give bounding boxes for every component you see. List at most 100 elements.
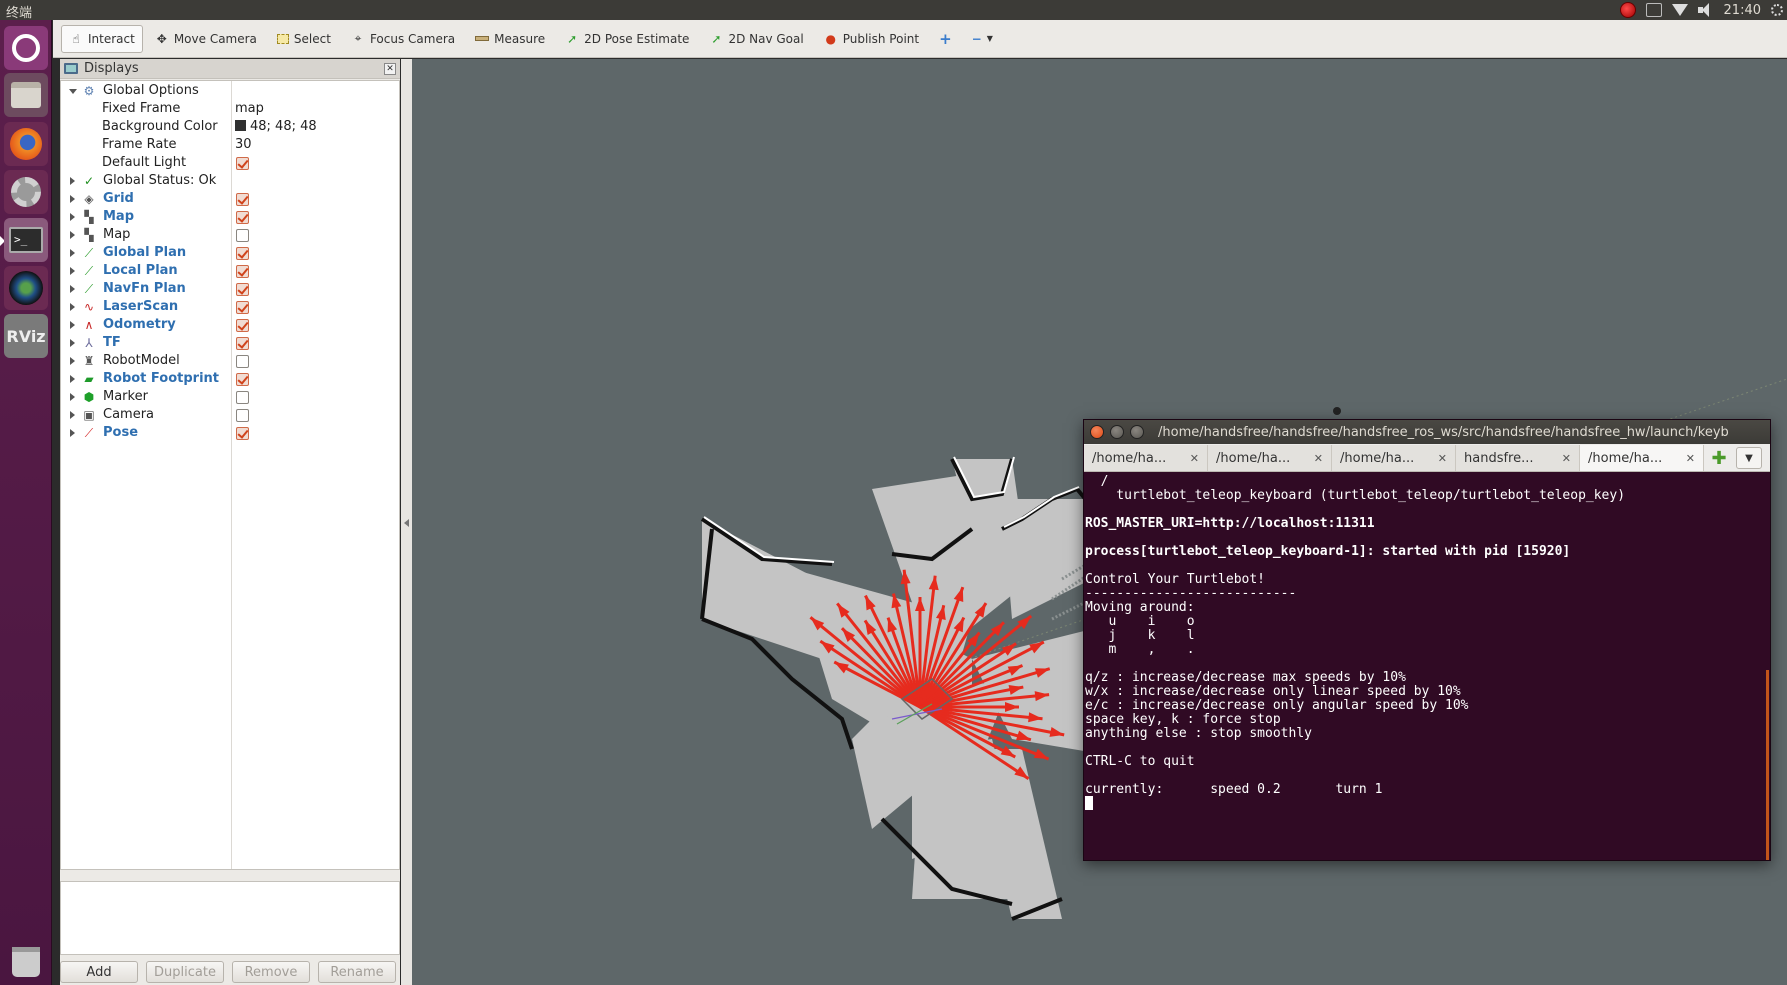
- pose-checkbox[interactable]: [236, 427, 249, 440]
- expand-arrow-icon[interactable]: [69, 89, 77, 94]
- tool-2d-pose-estimate[interactable]: ➚ 2D Pose Estimate: [557, 25, 697, 53]
- expand-arrow-icon[interactable]: [70, 231, 75, 239]
- local-plan-checkbox[interactable]: [236, 265, 249, 278]
- tree-row-fixed-frame[interactable]: Fixed Frame map: [61, 100, 399, 118]
- launcher-dash-button[interactable]: [4, 26, 48, 70]
- camera-checkbox[interactable]: [236, 409, 249, 422]
- tree-row-map-2[interactable]: ▚ Map: [61, 226, 399, 244]
- close-icon[interactable]: ✕: [1438, 452, 1447, 465]
- robot-footprint-checkbox[interactable]: [236, 373, 249, 386]
- tree-row-background-color[interactable]: Background Color 48; 48; 48: [61, 118, 399, 136]
- frame-rate-value[interactable]: 30: [235, 137, 252, 152]
- clock[interactable]: 21:40: [1724, 3, 1761, 18]
- launcher-files-button[interactable]: [4, 73, 48, 117]
- rename-button[interactable]: Rename: [318, 961, 396, 983]
- duplicate-button[interactable]: Duplicate: [146, 961, 224, 983]
- remove-tool-button[interactable]: − ▼: [964, 25, 1001, 53]
- terminal-tab[interactable]: /home/ha... ✕: [1332, 445, 1456, 471]
- expand-arrow-icon[interactable]: [70, 393, 75, 401]
- terminal-title-bar[interactable]: /home/handsfree/handsfree/handsfree_ros_…: [1084, 420, 1770, 444]
- terminal-window[interactable]: /home/handsfree/handsfree/handsfree_ros_…: [1083, 419, 1771, 861]
- tool-2d-nav-goal[interactable]: ➚ 2D Nav Goal: [701, 25, 811, 53]
- keyboard-icon[interactable]: [1645, 3, 1662, 17]
- add-tool-button[interactable]: +: [931, 25, 960, 53]
- expand-arrow-icon[interactable]: [70, 267, 75, 275]
- tool-focus-camera[interactable]: ⌖ Focus Camera: [343, 25, 463, 53]
- tree-row-tf[interactable]: ⅄ TF: [61, 334, 399, 352]
- marker-checkbox[interactable]: [236, 391, 249, 404]
- tf-checkbox[interactable]: [236, 337, 249, 350]
- tree-row-marker[interactable]: ⬢ Marker: [61, 388, 399, 406]
- terminal-tab[interactable]: /home/ha... ✕: [1084, 445, 1208, 471]
- window-minimize-button[interactable]: [1110, 425, 1124, 439]
- tree-row-map-1[interactable]: ▚ Map: [61, 208, 399, 226]
- fixed-frame-value[interactable]: map: [235, 101, 264, 116]
- volume-icon[interactable]: [1697, 3, 1714, 17]
- launcher-rviz-button[interactable]: RViz: [4, 314, 48, 358]
- expand-arrow-icon[interactable]: [70, 249, 75, 257]
- record-indicator-icon[interactable]: [1619, 2, 1636, 18]
- window-maximize-button[interactable]: [1130, 425, 1144, 439]
- map-2-checkbox[interactable]: [236, 229, 249, 242]
- new-tab-button[interactable]: ✚: [1704, 445, 1734, 471]
- launcher-firefox-button[interactable]: [4, 122, 48, 166]
- tool-move-camera[interactable]: ✥ Move Camera: [147, 25, 265, 53]
- add-button[interactable]: Add: [60, 961, 138, 983]
- tree-row-laserscan[interactable]: ∿ LaserScan: [61, 298, 399, 316]
- robotmodel-checkbox[interactable]: [236, 355, 249, 368]
- terminal-scrollbar[interactable]: [1766, 670, 1769, 860]
- default-light-checkbox[interactable]: [236, 157, 249, 170]
- remove-button[interactable]: Remove: [232, 961, 310, 983]
- terminal-tab-active[interactable]: /home/ha... ✕: [1580, 445, 1704, 471]
- tree-row-frame-rate[interactable]: Frame Rate 30: [61, 136, 399, 154]
- tool-publish-point[interactable]: ● Publish Point: [816, 25, 927, 53]
- expand-arrow-icon[interactable]: [70, 375, 75, 383]
- global-plan-checkbox[interactable]: [236, 247, 249, 260]
- tool-interact[interactable]: ☝ Interact: [61, 24, 143, 53]
- terminal-tab[interactable]: /home/ha... ✕: [1208, 445, 1332, 471]
- grid-checkbox[interactable]: [236, 193, 249, 206]
- expand-arrow-icon[interactable]: [70, 357, 75, 365]
- expand-arrow-icon[interactable]: [70, 429, 75, 437]
- tool-select[interactable]: Select: [269, 25, 339, 53]
- background-color-value[interactable]: 48; 48; 48: [235, 119, 317, 134]
- terminal-output[interactable]: / turtlebot_teleop_keyboard (turtlebot_t…: [1084, 472, 1770, 813]
- odometry-checkbox[interactable]: [236, 319, 249, 332]
- tree-row-global-options[interactable]: ⚙ Global Options: [61, 82, 399, 100]
- tree-row-odometry[interactable]: ∧ Odometry: [61, 316, 399, 334]
- close-icon[interactable]: ✕: [1190, 452, 1199, 465]
- tab-list-button[interactable]: ▼: [1736, 447, 1762, 469]
- expand-arrow-icon[interactable]: [70, 411, 75, 419]
- navfn-plan-checkbox[interactable]: [236, 283, 249, 296]
- close-icon[interactable]: ✕: [1314, 452, 1323, 465]
- launcher-settings-button[interactable]: [4, 170, 48, 214]
- tree-row-default-light[interactable]: Default Light: [61, 154, 399, 172]
- tree-row-robot-footprint[interactable]: ▰ Robot Footprint: [61, 370, 399, 388]
- expand-arrow-icon[interactable]: [70, 195, 75, 203]
- tool-measure[interactable]: Measure: [467, 25, 553, 53]
- expand-arrow-icon[interactable]: [70, 213, 75, 221]
- tree-row-local-plan[interactable]: ⟋ Local Plan: [61, 262, 399, 280]
- close-icon[interactable]: ✕: [384, 63, 396, 75]
- wifi-icon[interactable]: [1671, 4, 1688, 16]
- launcher-camera-button[interactable]: [4, 266, 48, 310]
- tree-row-pose[interactable]: ⟋ Pose: [61, 424, 399, 442]
- panel-splitter[interactable]: [401, 59, 412, 985]
- tree-row-global-plan[interactable]: ⟋ Global Plan: [61, 244, 399, 262]
- tree-row-grid[interactable]: ◈ Grid: [61, 190, 399, 208]
- tree-row-camera[interactable]: ▣ Camera: [61, 406, 399, 424]
- expand-arrow-icon[interactable]: [70, 339, 75, 347]
- launcher-terminal-button[interactable]: >_: [4, 218, 48, 262]
- close-icon[interactable]: ✕: [1562, 452, 1571, 465]
- expand-arrow-icon[interactable]: [70, 303, 75, 311]
- map-1-checkbox[interactable]: [236, 211, 249, 224]
- system-menu-gear-icon[interactable]: [1771, 4, 1783, 16]
- expand-arrow-icon[interactable]: [70, 177, 75, 185]
- launcher-trash-button[interactable]: [4, 940, 48, 984]
- tree-row-navfn-plan[interactable]: ⟋ NavFn Plan: [61, 280, 399, 298]
- tree-row-robotmodel[interactable]: ♜ RobotModel: [61, 352, 399, 370]
- tree-row-global-status[interactable]: ✓ Global Status: Ok: [61, 172, 399, 190]
- terminal-tab[interactable]: handsfre... ✕: [1456, 445, 1580, 471]
- expand-arrow-icon[interactable]: [70, 285, 75, 293]
- close-icon[interactable]: ✕: [1686, 452, 1695, 465]
